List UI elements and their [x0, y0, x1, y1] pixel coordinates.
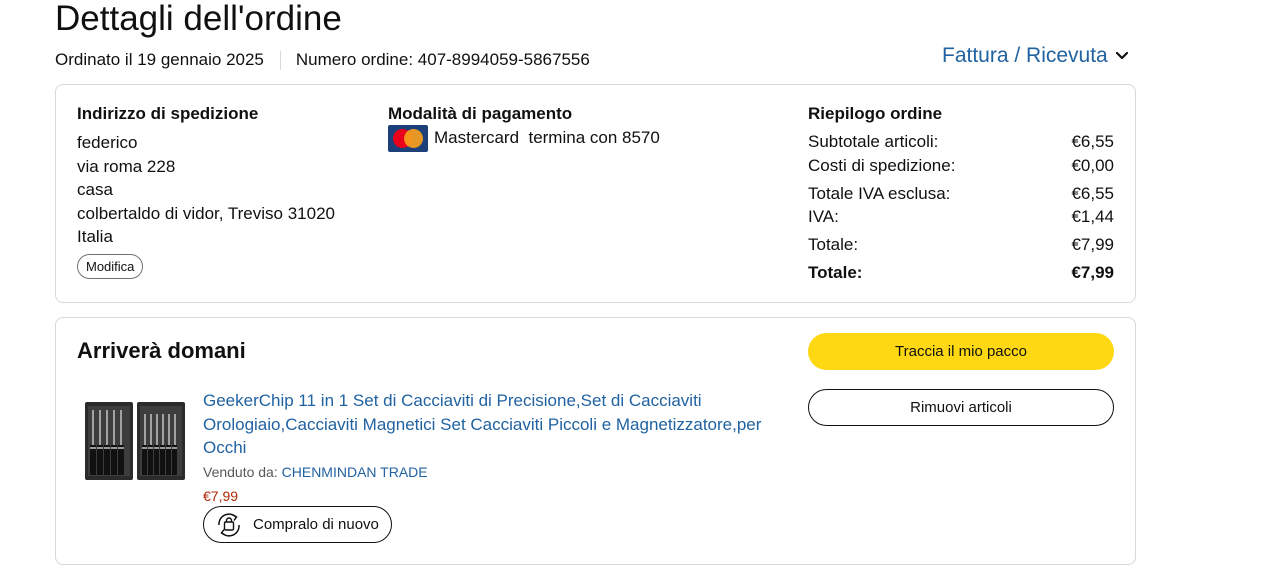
address-line: casa	[77, 180, 113, 200]
address-line: via roma 228	[77, 156, 176, 176]
track-package-button[interactable]: Traccia il mio pacco	[808, 333, 1114, 370]
summary-row: Costi di spedizione: €0,00	[808, 155, 1114, 177]
summary-row: Totale IVA esclusa: €6,55	[808, 183, 1114, 205]
address-line: federico	[77, 133, 138, 152]
product-price: €7,99	[203, 488, 239, 504]
shipping-title: Indirizzo di spedizione	[77, 104, 259, 123]
divider	[279, 50, 281, 70]
summary-value: €6,55	[1071, 132, 1114, 151]
summary-label: IVA:	[808, 207, 839, 226]
order-number: Numero ordine: 407-8994059-5867556	[295, 50, 590, 69]
summary-total-row: Totale: €7,99	[808, 262, 1114, 284]
summary-label: Subtotale articoli:	[808, 132, 939, 151]
invoice-label: Fattura / Ricevuta	[942, 44, 1108, 67]
page-title: Dettagli dell'ordine	[55, 0, 342, 38]
product-title-link[interactable]: GeekerChip 11 in 1 Set di Cacciaviti di …	[203, 389, 783, 460]
order-meta: Ordinato il 19 gennaio 2025 Numero ordin…	[55, 49, 590, 71]
buy-again-button[interactable]: Compralo di nuovo	[203, 506, 392, 543]
summary-label: Totale:	[808, 235, 859, 254]
buy-again-label: Compralo di nuovo	[253, 516, 379, 533]
summary-label: Totale IVA esclusa:	[808, 184, 951, 203]
mastercard-icon	[388, 125, 428, 152]
buy-again-icon	[218, 512, 240, 537]
summary-label: Totale:	[808, 263, 863, 282]
seller-link[interactable]: CHENMINDAN TRADE	[282, 464, 428, 480]
payment-card-text: Mastercard termina con 8570	[434, 128, 660, 147]
order-date: Ordinato il 19 gennaio 2025	[55, 50, 264, 69]
invoice-dropdown[interactable]: Fattura / Ricevuta	[942, 42, 1129, 70]
summary-value: €7,99	[1071, 263, 1114, 282]
address-line: Italia	[77, 227, 113, 247]
summary-value: €6,55	[1071, 184, 1114, 203]
summary-value: €1,44	[1071, 207, 1114, 226]
remove-items-button[interactable]: Rimuovi articoli	[808, 389, 1114, 426]
product-image[interactable]	[84, 400, 186, 482]
summary-label: Costi di spedizione:	[808, 156, 956, 175]
summary-row: IVA: €1,44	[808, 206, 1114, 228]
delivery-status: Arriverà domani	[77, 338, 246, 363]
seller-info: Venduto da: CHENMINDAN TRADE	[203, 462, 428, 482]
edit-address-button[interactable]: Modifica	[77, 254, 144, 279]
chevron-down-icon	[1115, 51, 1128, 60]
sold-by-label: Venduto da:	[203, 464, 278, 480]
summary-value: €7,99	[1071, 235, 1114, 254]
summary-value: €0,00	[1071, 156, 1114, 175]
address-line: colbertaldo di vidor, Treviso 31020	[77, 203, 335, 223]
payment-title: Modalità di pagamento	[388, 104, 573, 123]
summary-title: Riepilogo ordine	[808, 104, 943, 123]
summary-row: Totale: €7,99	[808, 234, 1114, 256]
summary-row: Subtotale articoli: €6,55	[808, 131, 1114, 153]
